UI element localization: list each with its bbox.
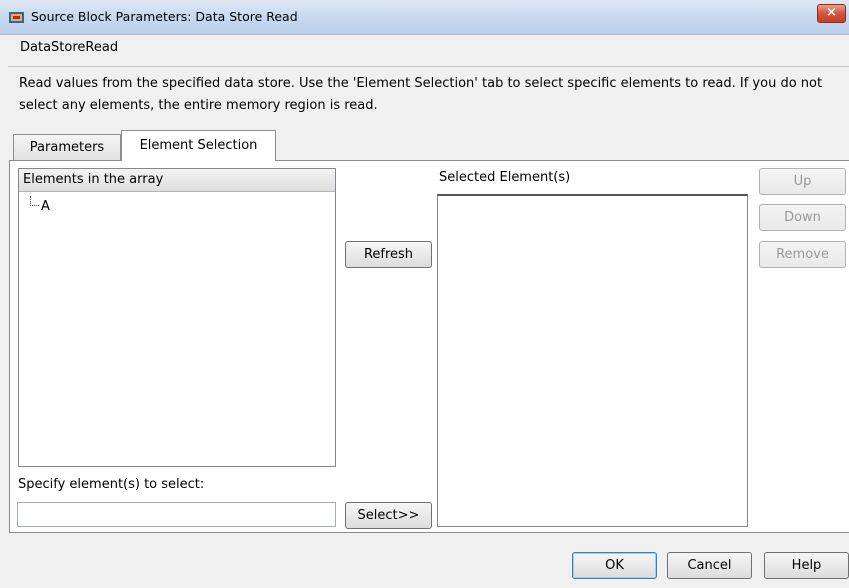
title-bar[interactable]: Source Block Parameters: Data Store Read… [0, 0, 849, 35]
ok-button[interactable]: OK [572, 552, 657, 579]
tab-parameters[interactable]: Parameters [13, 134, 121, 160]
up-button[interactable]: Up [759, 168, 846, 195]
simulink-block-icon [9, 12, 24, 23]
selected-elements-label: Selected Element(s) [439, 170, 571, 185]
close-icon: × [826, 5, 837, 20]
window-title: Source Block Parameters: Data Store Read [31, 9, 298, 24]
specify-elements-input[interactable] [17, 502, 336, 527]
block-name: DataStoreRead [20, 40, 119, 55]
elements-tree[interactable]: Elements in the array A [18, 168, 336, 467]
specify-elements-label: Specify element(s) to select: [18, 477, 205, 492]
close-button[interactable]: × [817, 4, 846, 23]
help-button[interactable]: Help [764, 552, 849, 579]
refresh-button[interactable]: Refresh [345, 241, 432, 268]
tree-connector-icon [30, 196, 39, 206]
selected-elements-list[interactable] [437, 194, 748, 527]
divider [8, 66, 849, 67]
cancel-button[interactable]: Cancel [667, 552, 752, 579]
tree-item[interactable]: A [41, 199, 50, 214]
tab-element-selection[interactable]: Element Selection [121, 130, 276, 161]
remove-button[interactable]: Remove [759, 241, 846, 268]
tree-header[interactable]: Elements in the array [19, 169, 335, 192]
block-description: Read values from the specified data stor… [19, 76, 823, 113]
select-button[interactable]: Select>> [345, 502, 432, 529]
down-button[interactable]: Down [759, 204, 846, 231]
